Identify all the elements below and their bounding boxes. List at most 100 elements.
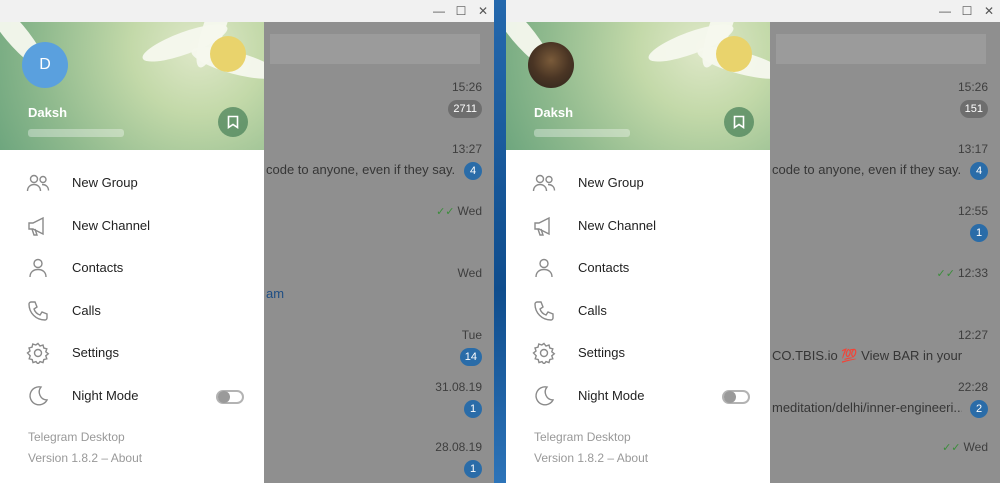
chat-time: 12:27 (958, 328, 988, 342)
chat-row[interactable]: ✓✓ 12:33 (770, 266, 990, 326)
menu-item-label: Contacts (72, 260, 124, 276)
menu-item-night-mode[interactable]: Night Mode (506, 375, 770, 417)
group-icon (26, 172, 50, 194)
night-mode-toggle[interactable] (722, 390, 750, 404)
menu-item-new-channel[interactable]: New Channel (506, 205, 770, 247)
telegram-window-left: — ☐ ✕ 15:26 2711 13:27 code to anyone, even if… (0, 0, 494, 483)
version-about-link[interactable]: Version 1.8.2 – About (28, 448, 142, 469)
menu-item-label: Contacts (578, 260, 630, 276)
read-ticks-icon: ✓✓ (936, 268, 955, 280)
unread-badge: 4 (464, 162, 482, 180)
phone-icon (532, 300, 556, 322)
app-name: Telegram Desktop (534, 430, 631, 444)
side-menu-panel: Daksh New Group New Channel Contacts Calls Se… (506, 22, 770, 483)
chat-search-bar[interactable] (270, 34, 480, 64)
profile-header: Daksh (506, 22, 770, 150)
moon-icon (532, 385, 556, 407)
saved-messages-button[interactable] (218, 107, 248, 137)
menu-item-calls[interactable]: Calls (0, 290, 264, 332)
chat-preview: code to anyone, even if they say... (772, 162, 962, 177)
chat-time-text: 15:26 (451, 80, 482, 94)
chat-time: 13:27 (452, 142, 482, 156)
toggle-knob (218, 391, 230, 403)
chat-row[interactable]: ✓✓ Wed (770, 440, 990, 483)
menu-item-night-mode[interactable]: Night Mode (0, 375, 264, 417)
unread-badge: 2711 (448, 100, 482, 118)
menu-item-label: Night Mode (578, 388, 645, 403)
avatar[interactable] (528, 42, 574, 88)
close-button[interactable]: ✕ (472, 0, 494, 22)
menu-item-calls[interactable]: Calls (506, 290, 770, 332)
desktop-background (494, 0, 506, 483)
menu-item-label: New Channel (578, 217, 657, 233)
bookmark-icon (227, 115, 239, 129)
chat-time: 28.08.19 (435, 440, 482, 454)
saved-messages-button[interactable] (724, 107, 754, 137)
chat-search-bar[interactable] (776, 34, 986, 64)
menu-item-contacts[interactable]: Contacts (506, 247, 770, 289)
chat-time-text: 31.08.19 (435, 380, 482, 394)
chat-row[interactable]: 12:55 1 (770, 204, 990, 264)
chat-row[interactable]: Wed am (264, 266, 484, 326)
menu-item-label: Settings (578, 345, 625, 361)
menu-item-label: New Group (72, 175, 138, 190)
title-bar: — ☐ ✕ (0, 0, 494, 22)
chat-row[interactable]: 13:17 code to anyone, even if they say...… (770, 142, 990, 202)
chat-row[interactable]: 31.08.19 1 (264, 380, 484, 440)
menu-item-label: Calls (578, 302, 607, 318)
chat-row[interactable]: ✓✓ Wed (264, 204, 484, 264)
chat-time-text: 13:27 (451, 142, 482, 156)
night-mode-toggle[interactable] (216, 390, 244, 404)
chat-preview: am (266, 286, 285, 301)
chat-time: Wed (458, 266, 482, 280)
menu-item-settings[interactable]: Settings (0, 332, 264, 374)
menu-item-new-channel[interactable]: New Channel (0, 205, 264, 247)
title-bar: — ☐ ✕ (506, 0, 1000, 22)
menu-item-new-group[interactable]: New Group (506, 162, 770, 204)
moon-icon (26, 385, 50, 407)
profile-header: D Daksh (0, 22, 264, 150)
chat-time: 12:55 (958, 204, 988, 218)
menu-item-label: New Group (578, 175, 644, 190)
chat-row[interactable]: 15:26 2711 (264, 80, 484, 140)
chat-time-text: Wed (457, 204, 482, 218)
flower-center (716, 36, 752, 72)
chat-preview: meditation/delhi/inner-engineeri... (772, 400, 962, 415)
avatar[interactable]: D (22, 42, 68, 88)
chat-preview: code to anyone, even if they say... (266, 162, 456, 177)
phone-number-redacted (534, 129, 630, 137)
close-button[interactable]: ✕ (978, 0, 1000, 22)
user-name: Daksh (28, 105, 68, 120)
chat-time-text: 12:27 (957, 328, 988, 342)
chat-row[interactable]: 22:28 meditation/delhi/inner-engineeri...… (770, 380, 990, 440)
version-about-link[interactable]: Version 1.8.2 – About (534, 448, 648, 469)
phone-icon (26, 300, 50, 322)
chat-time: ✓✓ 12:33 (937, 266, 988, 280)
chat-row[interactable]: 15:26 151 (770, 80, 990, 140)
flower-center (210, 36, 246, 72)
minimize-button[interactable]: — (934, 0, 956, 22)
gear-icon (26, 342, 50, 366)
unread-badge: 4 (970, 162, 988, 180)
group-icon (532, 172, 556, 194)
chat-row[interactable]: 12:27 CO.TBIS.io 💯 View BAR in your Erc2.… (770, 328, 990, 388)
menu-item-contacts[interactable]: Contacts (0, 247, 264, 289)
chat-row[interactable]: 13:27 code to anyone, even if they say...… (264, 142, 484, 202)
chat-time-text: 12:33 (957, 266, 988, 280)
menu-item-new-group[interactable]: New Group (0, 162, 264, 204)
person-icon (532, 257, 556, 279)
chat-time-text: Wed (963, 440, 988, 454)
unread-badge: 1 (464, 460, 482, 478)
chat-time: 31.08.19 (435, 380, 482, 394)
chat-time-text: Wed (457, 266, 482, 280)
chat-time-text: 15:26 (957, 80, 988, 94)
menu-item-settings[interactable]: Settings (506, 332, 770, 374)
maximize-button[interactable]: ☐ (956, 0, 978, 22)
chat-row[interactable]: 28.08.19 1 (264, 440, 484, 483)
gear-icon (532, 342, 556, 366)
chat-row[interactable]: Tue 14 (264, 328, 484, 388)
minimize-button[interactable]: — (428, 0, 450, 22)
menu-item-label: Night Mode (72, 388, 139, 403)
maximize-button[interactable]: ☐ (450, 0, 472, 22)
window-controls: — ☐ ✕ (428, 0, 494, 22)
